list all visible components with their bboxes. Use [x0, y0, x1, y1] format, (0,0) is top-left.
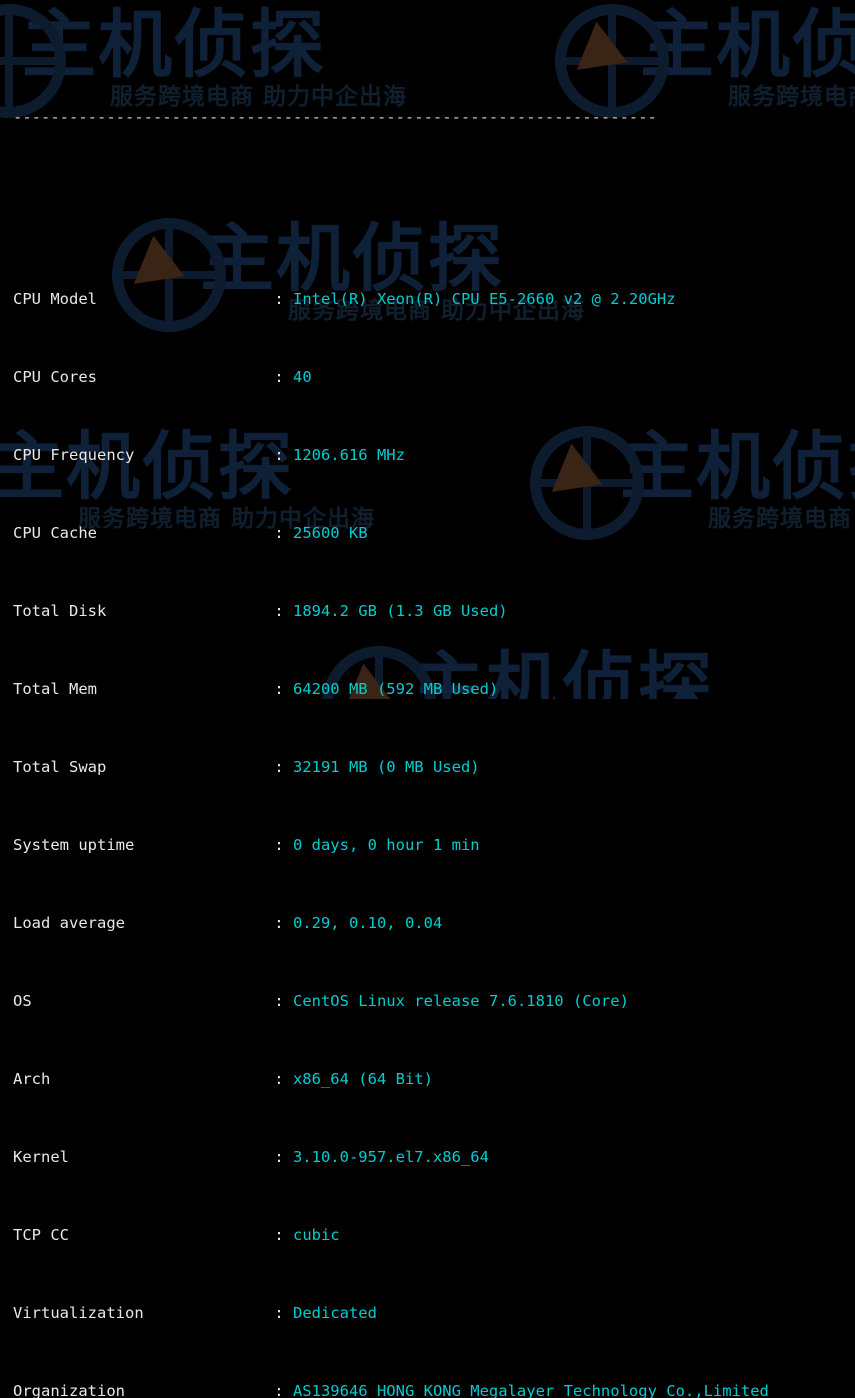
info-label: TCP CC	[13, 1226, 69, 1244]
info-value: 32191 MB (0 MB Used)	[292, 758, 480, 776]
info-colon: :	[274, 680, 293, 698]
system-info-block: CPU Model : Intel(R) Xeon(R) CPU E5-2660…	[0, 234, 855, 1398]
info-pad	[69, 1226, 274, 1244]
info-colon: :	[274, 1070, 293, 1088]
info-pad	[125, 1382, 274, 1398]
info-row: CPU Model : Intel(R) Xeon(R) CPU E5-2660…	[0, 286, 855, 312]
info-row: Organization : AS139646 HONG KONG Megala…	[0, 1378, 855, 1398]
info-label: CPU Cache	[13, 524, 97, 542]
info-colon: :	[274, 992, 293, 1010]
info-pad	[134, 446, 274, 464]
terminal-output: ----------------------------------------…	[0, 0, 855, 1398]
info-colon: :	[274, 368, 293, 386]
info-row: Total Mem : 64200 MB (592 MB Used)	[0, 676, 855, 702]
info-value: Intel(R) Xeon(R) CPU E5-2660 v2 @ 2.20GH…	[292, 290, 676, 308]
info-value: 1894.2 GB (1.3 GB Used)	[292, 602, 508, 620]
info-label: Total Mem	[13, 680, 97, 698]
info-pad	[50, 1070, 274, 1088]
info-row: OS : CentOS Linux release 7.6.1810 (Core…	[0, 988, 855, 1014]
info-value: 0 days, 0 hour 1 min	[292, 836, 480, 854]
info-row: Kernel : 3.10.0-957.el7.x86_64	[0, 1144, 855, 1170]
info-label: Total Swap	[13, 758, 107, 776]
info-label: System uptime	[13, 836, 135, 854]
info-colon: :	[274, 1226, 293, 1244]
info-pad	[144, 1304, 275, 1322]
info-value: 64200 MB (592 MB Used)	[292, 680, 499, 698]
info-pad	[106, 602, 274, 620]
info-label: Virtualization	[13, 1304, 144, 1322]
info-pad	[97, 368, 274, 386]
info-value: 40	[292, 368, 312, 386]
info-row: Total Swap : 32191 MB (0 MB Used)	[0, 754, 855, 780]
info-colon: :	[274, 758, 293, 776]
info-pad	[97, 290, 274, 308]
info-colon: :	[274, 836, 293, 854]
info-label: CPU Frequency	[13, 446, 135, 464]
info-colon: :	[274, 914, 293, 932]
info-colon: :	[274, 524, 293, 542]
info-colon: :	[274, 1304, 293, 1322]
info-row: Load average : 0.29, 0.10, 0.04	[0, 910, 855, 936]
info-value: 1206.616 MHz	[292, 446, 405, 464]
info-pad	[125, 914, 274, 932]
info-label: Arch	[13, 1070, 51, 1088]
info-value: x86_64 (64 Bit)	[292, 1070, 433, 1088]
info-value: 25600 KB	[292, 524, 368, 542]
info-label: Total Disk	[13, 602, 107, 620]
info-row: Arch : x86_64 (64 Bit)	[0, 1066, 855, 1092]
info-pad	[97, 524, 274, 542]
info-row: CPU Frequency : 1206.616 MHz	[0, 442, 855, 468]
info-value: Dedicated	[292, 1304, 377, 1322]
info-row: System uptime : 0 days, 0 hour 1 min	[0, 832, 855, 858]
info-colon: :	[274, 602, 293, 620]
info-colon: :	[274, 446, 293, 464]
info-row: Virtualization : Dedicated	[0, 1300, 855, 1326]
info-value: cubic	[292, 1226, 340, 1244]
info-label: Organization	[13, 1382, 125, 1398]
info-row: TCP CC : cubic	[0, 1222, 855, 1248]
info-value: 0.29, 0.10, 0.04	[292, 914, 443, 932]
info-row: Total Disk : 1894.2 GB (1.3 GB Used)	[0, 598, 855, 624]
info-value: AS139646 HONG KONG Megalayer Technology …	[292, 1382, 769, 1398]
info-value: 3.10.0-957.el7.x86_64	[292, 1148, 489, 1166]
info-label: CPU Model	[13, 290, 97, 308]
info-colon: :	[274, 1148, 293, 1166]
info-pad	[69, 1148, 274, 1166]
info-pad	[97, 680, 274, 698]
separator-line-top: ----------------------------------------…	[13, 108, 657, 126]
info-label: Kernel	[13, 1148, 69, 1166]
info-row: CPU Cores : 40	[0, 364, 855, 390]
info-pad	[32, 992, 275, 1010]
info-colon: :	[274, 290, 293, 308]
info-row: CPU Cache : 25600 KB	[0, 520, 855, 546]
info-value: CentOS Linux release 7.6.1810 (Core)	[292, 992, 629, 1010]
info-pad	[134, 836, 274, 854]
info-colon: :	[274, 1382, 293, 1398]
info-label: CPU Cores	[13, 368, 97, 386]
info-pad	[106, 758, 274, 776]
info-label: OS	[13, 992, 32, 1010]
info-label: Load average	[13, 914, 125, 932]
